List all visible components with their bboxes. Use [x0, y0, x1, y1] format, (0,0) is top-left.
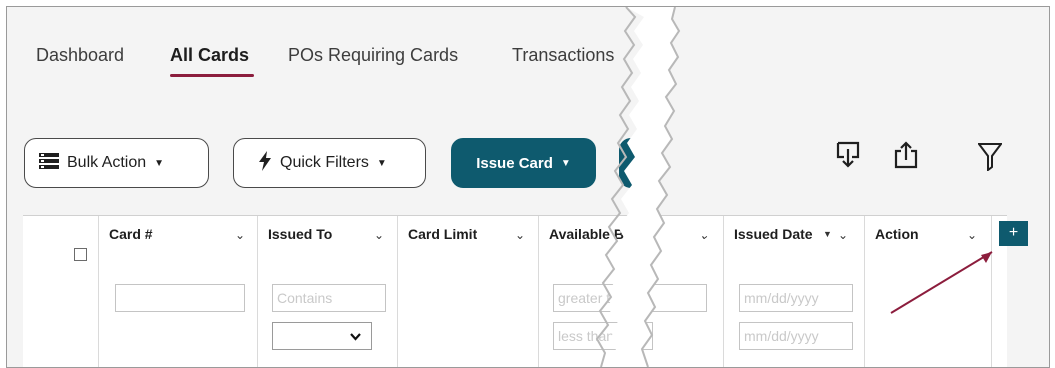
- col-header-action: Action: [875, 226, 919, 242]
- bulk-action-button[interactable]: Bulk Action ▼: [24, 138, 209, 188]
- hidden-toolbar-button[interactable]: [619, 138, 659, 188]
- chevron-down-icon[interactable]: ⌄: [515, 228, 525, 242]
- col-header-issued-to: Issued To: [268, 226, 333, 242]
- issue-card-label: Issue Card: [476, 154, 553, 172]
- chevron-down-icon[interactable]: ⌄: [699, 228, 709, 242]
- quick-filters-label: Quick Filters: [280, 154, 369, 171]
- bulk-action-label: Bulk Action: [67, 154, 147, 171]
- chevron-down-icon[interactable]: ⌄: [374, 228, 384, 242]
- col-card-limit: Card Limit ⌄: [398, 216, 539, 367]
- tab-transactions[interactable]: Transactions: [512, 45, 614, 66]
- col-action: Action ⌄: [865, 216, 992, 367]
- tab-dashboard[interactable]: Dashboard: [36, 45, 124, 66]
- issued-date-to-input[interactable]: mm/dd/yyyy: [739, 322, 853, 350]
- col-issued-date: Issued Date ▼ ⌄ mm/dd/yyyy mm/dd/yyyy: [724, 216, 865, 367]
- chevron-down-icon: [350, 328, 361, 346]
- issued-to-filter-input[interactable]: Contains: [272, 284, 386, 312]
- available-balance-from-input[interactable]: greater t: [553, 284, 707, 312]
- col-header-issued-date: Issued Date: [734, 226, 813, 242]
- lightning-icon: [258, 150, 272, 176]
- caret-down-icon: ▼: [376, 157, 387, 169]
- tab-all-cards[interactable]: All Cards: [170, 45, 249, 66]
- select-all-checkbox[interactable]: [74, 248, 87, 261]
- issued-to-filter-select[interactable]: [272, 322, 372, 350]
- issued-date-from-input[interactable]: mm/dd/yyyy: [739, 284, 853, 312]
- active-tab-underline: [170, 74, 254, 77]
- issue-card-button[interactable]: Issue Card ▼: [451, 138, 596, 188]
- tab-pos-requiring-cards[interactable]: POs Requiring Cards: [288, 45, 458, 66]
- available-balance-to-input[interactable]: less than: [553, 322, 653, 350]
- col-card-number: Card # ⌄: [99, 216, 258, 367]
- download-icon[interactable]: [835, 141, 861, 174]
- caret-down-icon: ▼: [154, 157, 165, 169]
- col-available-balance: Available Bal ⌄ greater t less than: [539, 216, 724, 367]
- add-column-button[interactable]: +: [999, 221, 1028, 246]
- col-header-available-balance: Available Bal: [549, 226, 636, 242]
- chevron-down-icon[interactable]: ⌄: [838, 228, 848, 242]
- col-issued-to: Issued To ⌄ Contains: [258, 216, 398, 367]
- chevron-down-icon[interactable]: ⌄: [235, 228, 245, 242]
- filter-icon[interactable]: [977, 141, 1003, 176]
- quick-filters-button[interactable]: Quick Filters ▼: [233, 138, 426, 188]
- list-icon: [39, 152, 59, 175]
- col-header-card-number: Card #: [109, 226, 153, 242]
- card-number-filter-input[interactable]: [115, 284, 245, 312]
- col-header-card-limit: Card Limit: [408, 226, 478, 242]
- cards-grid: Card # ⌄ Issued To ⌄ Contains Card Limit…: [23, 215, 1007, 367]
- share-icon[interactable]: [893, 141, 919, 174]
- caret-down-icon: ▼: [560, 157, 571, 169]
- chevron-down-icon[interactable]: ⌄: [967, 228, 977, 242]
- sort-descending-icon[interactable]: ▼: [823, 229, 832, 239]
- app-frame: Dashboard All Cards POs Requiring Cards …: [6, 6, 1050, 368]
- select-column: [23, 216, 99, 367]
